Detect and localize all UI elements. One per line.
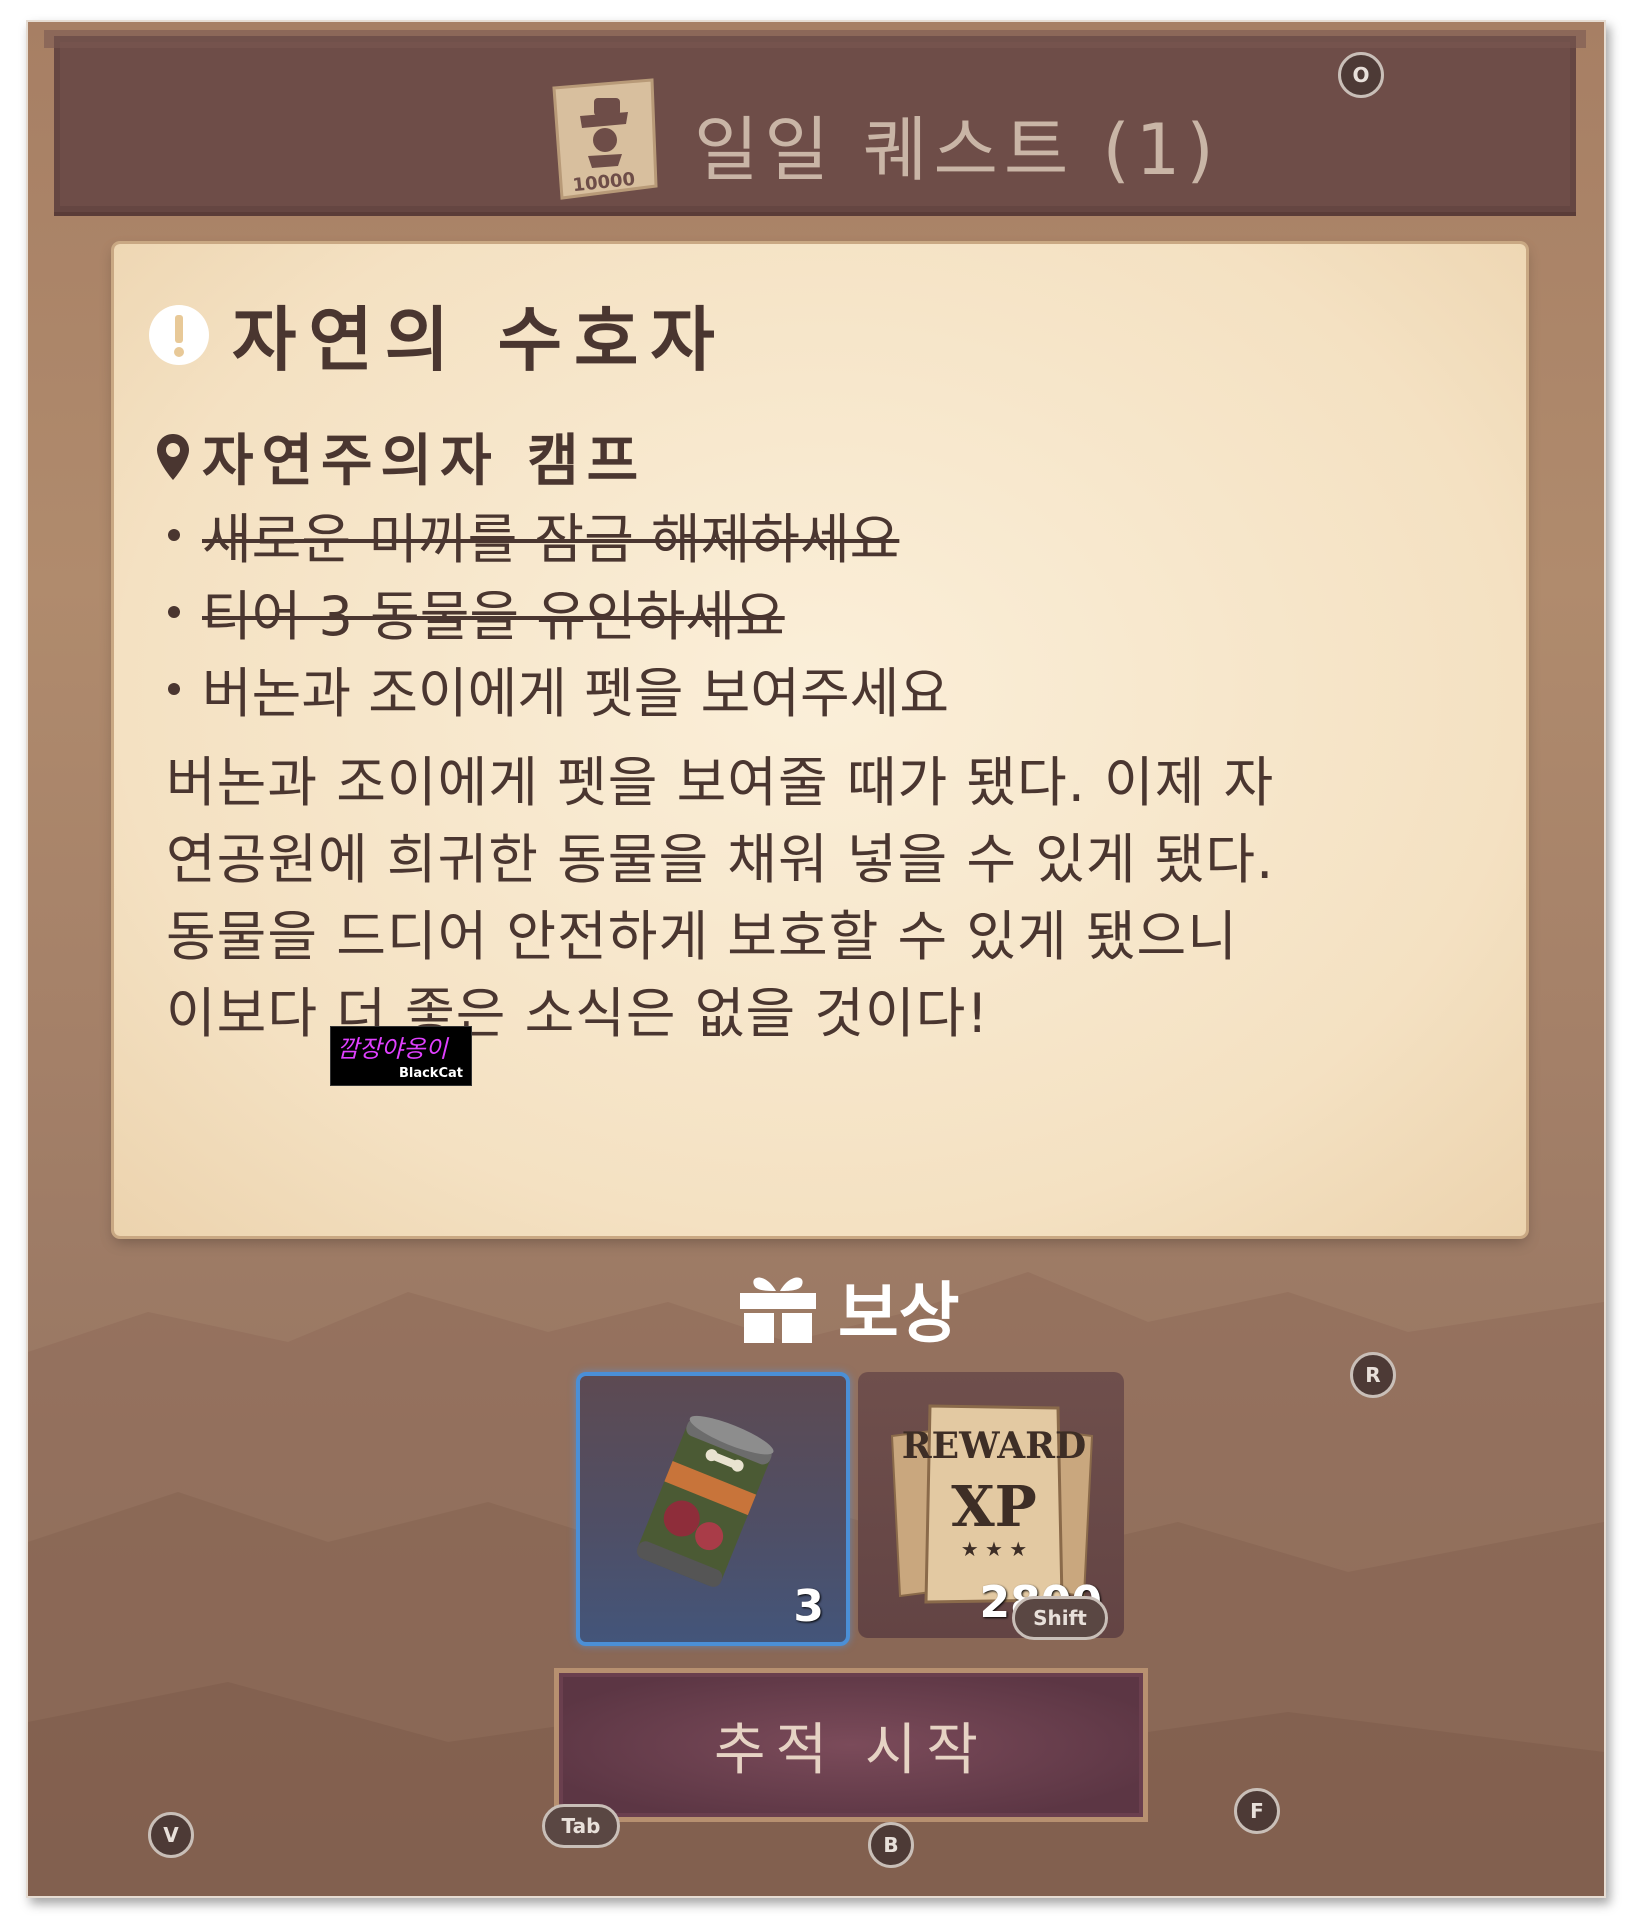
key-hint-f[interactable]: F [1234,1788,1280,1834]
objective-item: 티어 3 동물을 유인하세요 [168,573,949,650]
quest-card: 자연의 수호자 자연주의자 캠프 새로운 미끼를 잠금 해제하세요 티어 3 동… [114,244,1526,1236]
watermark-title: 깜장야옹이 [337,1035,448,1063]
item-count: 3 [793,1581,824,1632]
objective-text: 새로운 미끼를 잠금 해제하세요 [202,508,900,571]
location-pin-icon [157,433,189,480]
gift-icon [740,1277,816,1343]
objective-item: 새로운 미끼를 잠금 해제하세요 [168,496,949,573]
bounty-poster-icon: 10000 [552,78,658,200]
location-name: 자연주의자 캠프 [202,429,647,494]
reward-slot-canned-food[interactable]: 3 [576,1372,850,1646]
key-hint-o[interactable]: O [1338,52,1384,98]
bullet [168,682,180,695]
page-title: 일일 퀘스트 (1) [694,109,1220,191]
objective-text: 버논과 조이에게 펫을 보여주세요 [202,662,950,725]
objective-text: 티어 3 동물을 유인하세요 [202,585,785,648]
description-line: 연공원에 희귀한 동물을 채워 넣을 수 있게 됐다. [166,828,1275,891]
exclamation-icon [149,304,209,365]
bullet [168,605,180,618]
description-line: 버논과 조이에게 펫을 보여줄 때가 됐다. 이제 자 [166,751,1275,814]
watermark: 깜장야옹이 BlackCat [330,1026,472,1086]
svg-text:★ ★ ★: ★ ★ ★ [961,1537,1028,1561]
reward-label: 보상 [838,1275,960,1352]
quest-location: 자연주의자 캠프 [154,416,646,497]
key-hint-shift[interactable]: Shift [1012,1596,1108,1640]
key-hint-b[interactable]: B [868,1822,914,1868]
quest-title-row: 자연의 수호자 [148,284,727,385]
reward-heading: 보상 [738,1260,959,1356]
watermark-subtitle: BlackCat [398,1066,463,1081]
quest-title: 자연의 수호자 [232,299,727,381]
track-button-label: 추적 시작 [714,1717,988,1783]
objective-list: 새로운 미끼를 잠금 해제하세요 티어 3 동물을 유인하세요 버논과 조이에게… [168,496,949,727]
poster-title: REWARD [902,1425,1087,1467]
objective-item: 버논과 조이에게 펫을 보여주세요 [168,650,949,727]
poster-xp: XP [951,1474,1037,1540]
quest-panel: 10000 일일 퀘스트 (1) O 자연의 수호자 자연주의자 캠프 새로운 … [26,20,1606,1898]
reward-poster-icon: REWARD XP ★ ★ ★ [890,1404,1094,1604]
description-line: 동물을 드디어 안전하게 보호할 수 있게 됐으니 [166,905,1238,968]
bullet [168,528,180,541]
key-hint-v[interactable]: V [148,1812,194,1858]
key-hint-tab[interactable]: Tab [542,1804,620,1848]
start-tracking-button[interactable]: 추적 시작 [554,1668,1148,1822]
canned-food-icon [636,1415,774,1587]
key-hint-r[interactable]: R [1350,1352,1396,1398]
quest-description: 버논과 조이에게 펫을 보여줄 때가 됐다. 이제 자 연공원에 희귀한 동물을… [166,744,1426,1052]
